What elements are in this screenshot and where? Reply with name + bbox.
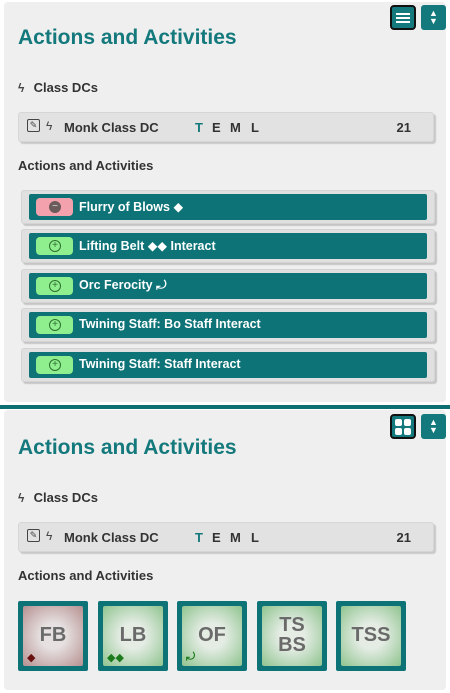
two-actions-icon: ◆◆ [147, 239, 167, 253]
action-name: Flurry of Blows ◆ [79, 200, 184, 214]
two-actions-icon: ◆◆ [107, 652, 124, 664]
proficiency-legendary: L [251, 530, 259, 545]
proficiency-expert: E [212, 530, 221, 545]
action-row[interactable]: + Lifting Belt ◆◆ Interact [21, 229, 435, 263]
class-dcs-heading: ϟ Class DCs [18, 490, 98, 505]
sort-button[interactable]: ▲ ▼ [421, 5, 446, 30]
proficiency-trained: T [195, 530, 203, 545]
action-name: Lifting Belt ◆◆ Interact [79, 239, 216, 253]
reaction-icon: ⤾ [156, 278, 167, 292]
action-tile[interactable]: OF ⤾ [177, 601, 247, 671]
plus-circle-icon: + [49, 319, 61, 331]
tile-abbrev: FB [39, 624, 67, 646]
sort-icon: ▲ ▼ [429, 417, 438, 435]
proficiency-legendary: L [251, 120, 259, 135]
action-row[interactable]: − Flurry of Blows ◆ [21, 190, 435, 224]
plus-circle-icon: + [49, 359, 61, 371]
action-tile[interactable]: FB ◆ [18, 601, 88, 671]
proficiency-trained: T [195, 120, 203, 135]
list-view-toggle-button[interactable] [390, 5, 416, 30]
lightning-icon: ϟ [18, 81, 25, 95]
action-tile-face[interactable]: FB ◆ [23, 606, 83, 666]
actions-heading: Actions and Activities [18, 568, 154, 583]
use-action-button[interactable]: + [36, 316, 73, 334]
actions-panel-list: ▲ ▼ Actions and Activities ϟ Class DCs ✎ … [4, 2, 446, 402]
class-dc-name: Monk Class DC [64, 530, 159, 545]
action-tile-face[interactable]: TS BS [262, 606, 322, 666]
action-bar[interactable]: + Lifting Belt ◆◆ Interact [29, 233, 427, 259]
panel-title: Actions and Activities [18, 436, 237, 459]
tile-abbrev: TSS [351, 624, 391, 646]
tile-abbrev: OF [198, 624, 226, 646]
use-action-button[interactable]: + [36, 237, 73, 255]
reaction-icon: ⤾ [186, 651, 196, 663]
action-row[interactable]: + Twining Staff: Bo Staff Interact [21, 308, 435, 342]
actions-heading: Actions and Activities [18, 158, 154, 173]
panel-title: Actions and Activities [18, 26, 237, 49]
action-row[interactable]: + Twining Staff: Staff Interact [21, 348, 435, 382]
use-action-button[interactable]: + [36, 356, 73, 374]
one-action-icon: ◆ [27, 652, 36, 664]
action-bar[interactable]: + Twining Staff: Bo Staff Interact [29, 312, 427, 338]
edit-icon[interactable]: ✎ [27, 119, 40, 132]
lightning-icon: ϟ [46, 529, 53, 543]
action-name: Orc Ferocity ⤾ [79, 278, 167, 292]
action-tile-face[interactable]: OF ⤾ [182, 606, 242, 666]
action-row[interactable]: + Orc Ferocity ⤾ [21, 269, 435, 303]
action-name: Twining Staff: Staff Interact [79, 357, 241, 371]
panel-separator [0, 405, 450, 409]
action-tile[interactable]: TSS [336, 601, 406, 671]
minus-circle-icon: − [49, 201, 61, 213]
plus-circle-icon: + [49, 240, 61, 252]
action-bar[interactable]: − Flurry of Blows ◆ [29, 194, 427, 220]
edit-icon[interactable]: ✎ [27, 529, 40, 542]
class-dc-value: 21 [396, 530, 411, 545]
proficiency-master: M [230, 120, 241, 135]
tile-abbrev-line2: BS [278, 634, 306, 656]
action-name: Twining Staff: Bo Staff Interact [79, 317, 261, 331]
action-tile[interactable]: LB ◆◆ [98, 601, 168, 671]
lightning-icon: ϟ [18, 491, 25, 505]
class-dc-row[interactable]: ✎ ϟ Monk Class DC T E M L 21 [18, 112, 434, 142]
sort-button[interactable]: ▲ ▼ [421, 414, 446, 439]
class-dc-value: 21 [396, 120, 411, 135]
class-dc-name: Monk Class DC [64, 120, 159, 135]
action-bar[interactable]: + Orc Ferocity ⤾ [29, 273, 427, 299]
tile-abbrev-line1: TS [279, 614, 305, 636]
action-tile-face[interactable]: LB ◆◆ [103, 606, 163, 666]
grid-view-toggle-button[interactable] [390, 414, 416, 439]
action-tile[interactable]: TS BS [257, 601, 327, 671]
class-dc-row[interactable]: ✎ ϟ Monk Class DC T E M L 21 [18, 522, 434, 552]
one-action-icon: ◆ [173, 200, 184, 214]
class-dcs-heading: ϟ Class DCs [18, 80, 98, 95]
plus-circle-icon: + [49, 280, 61, 292]
sort-icon: ▲ ▼ [429, 8, 438, 26]
use-action-button[interactable]: + [36, 277, 73, 295]
action-tile-face[interactable]: TSS [341, 606, 401, 666]
proficiency-master: M [230, 530, 241, 545]
tile-abbrev: LB [119, 624, 147, 646]
actions-panel-grid: ▲ ▼ Actions and Activities ϟ Class DCs ✎ … [4, 410, 446, 690]
proficiency-expert: E [212, 120, 221, 135]
lightning-icon: ϟ [46, 119, 53, 133]
action-bar[interactable]: + Twining Staff: Staff Interact [29, 352, 427, 378]
use-action-button[interactable]: − [36, 198, 73, 216]
